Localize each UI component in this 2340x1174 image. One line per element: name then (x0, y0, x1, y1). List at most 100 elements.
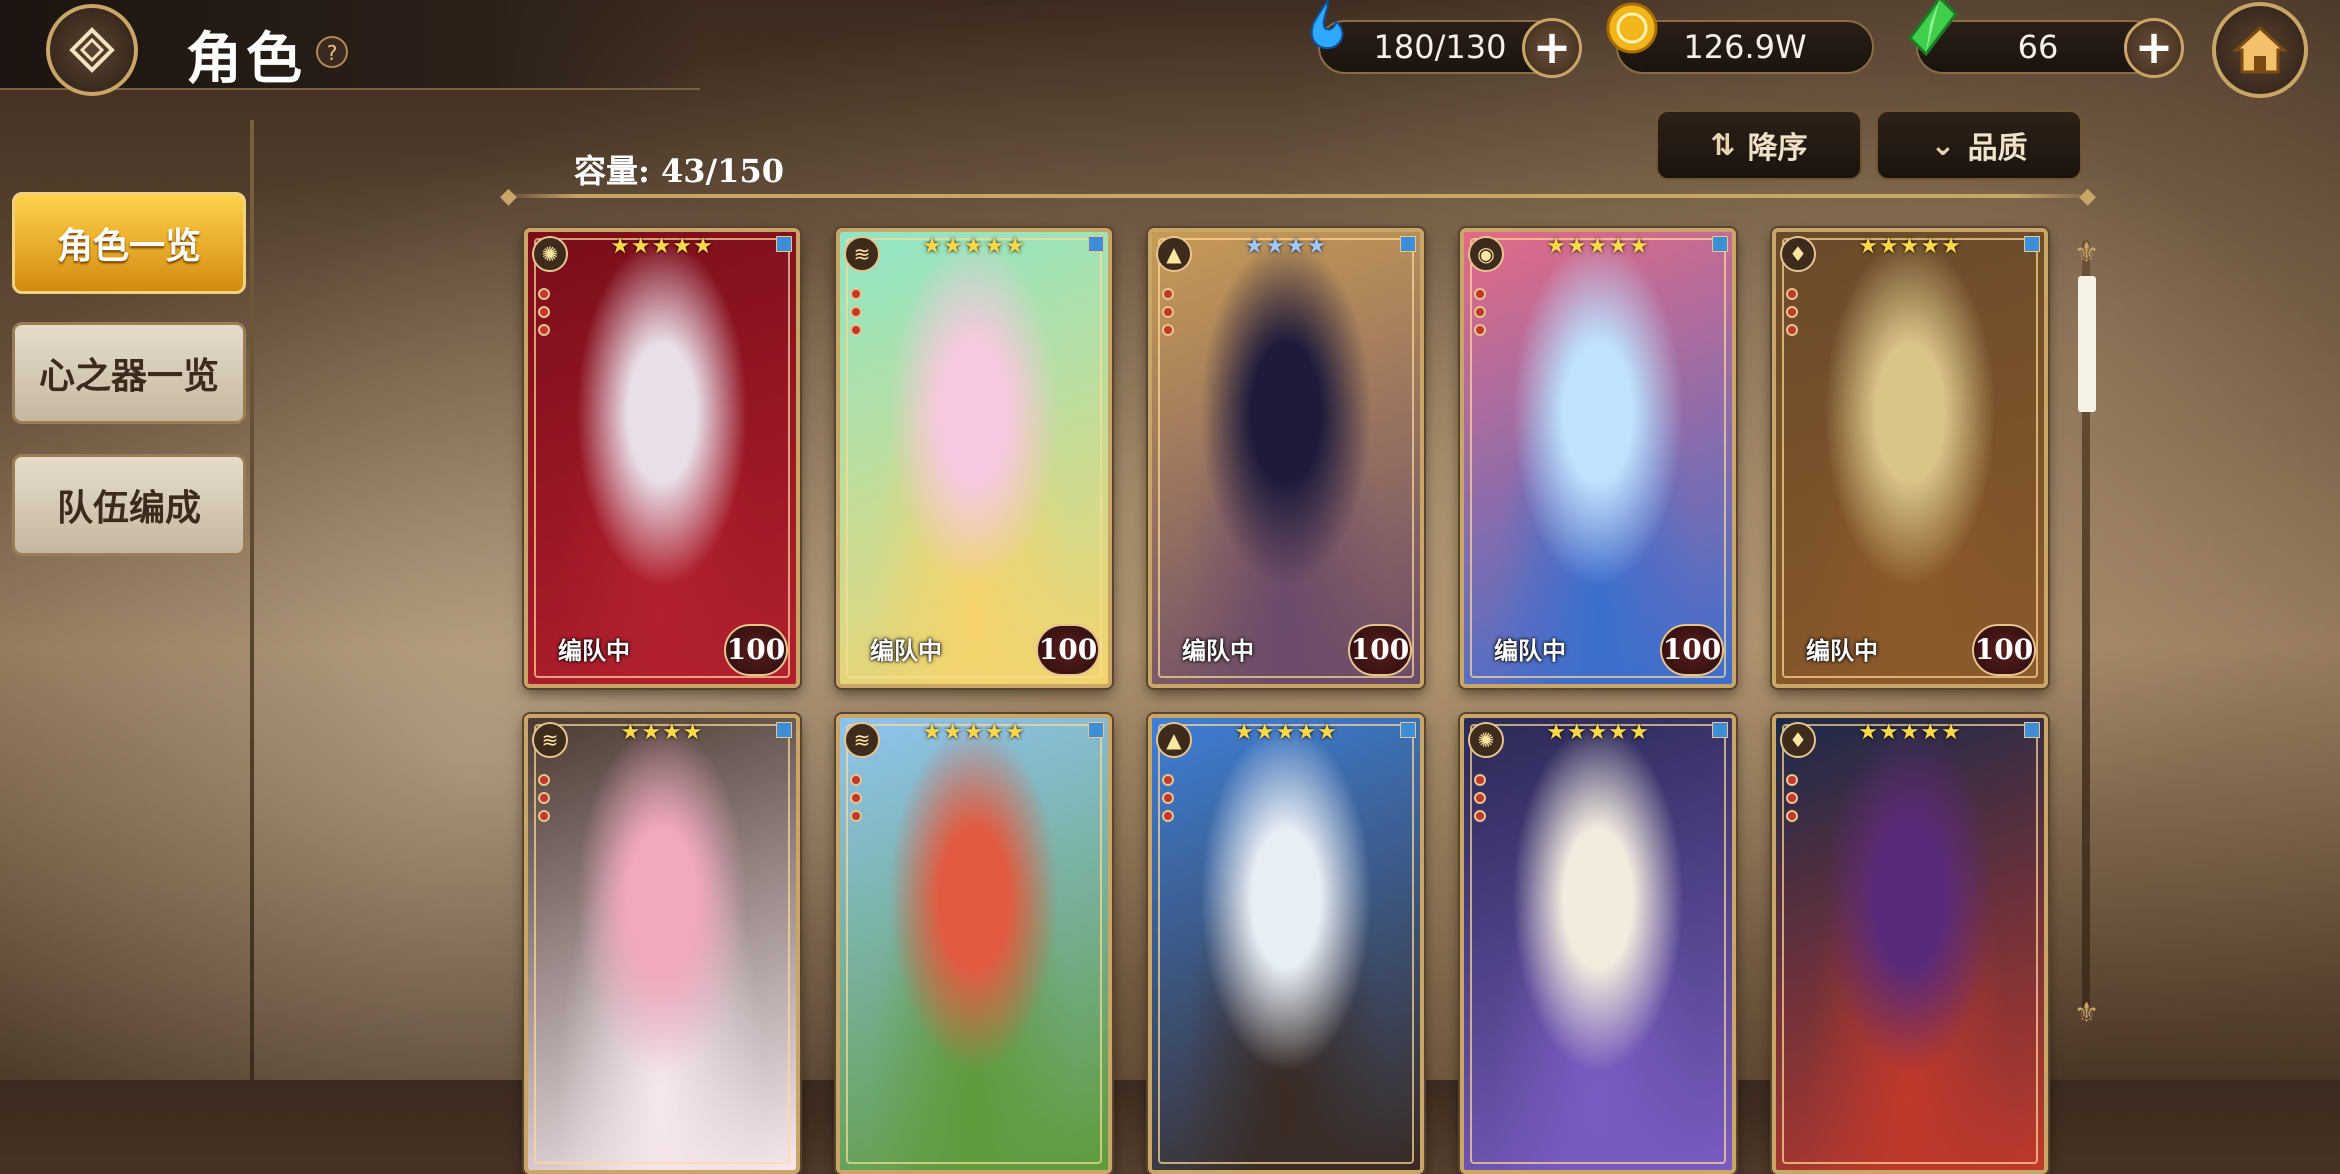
card-corner-ornament (1400, 722, 1416, 738)
divider-ornament-right: ◆ (2079, 184, 2096, 209)
sidebar-tab-1[interactable]: 角色一览 (12, 192, 246, 294)
card-inner-frame (846, 724, 1102, 1164)
card-inner-frame (1470, 724, 1726, 1164)
rarity-stars: ★★★★★ (1546, 234, 1650, 259)
skill-gems (1472, 768, 1488, 828)
wind-element-icon: ≋ (844, 722, 880, 758)
card-corner-ornament (2024, 722, 2040, 738)
card-inner-frame (534, 724, 790, 1164)
rarity-stars: ★★★★★ (1234, 720, 1338, 745)
sort-order-icon: ⇅ (1710, 127, 1736, 163)
skill-gems (1160, 282, 1176, 342)
skill-gem-icon (1162, 774, 1174, 786)
character-card[interactable]: ≋ ★★★★★ 编队中 100 (836, 228, 1112, 688)
sidebar-tab-label: 队伍编成 (56, 487, 201, 529)
scroll-cap-bottom-icon: ⚜ (2074, 996, 2100, 1029)
earth-element-icon: ▲ (1156, 722, 1192, 758)
quality-filter-label: 品质 (1967, 131, 2028, 166)
in-team-status: 编队中 (870, 637, 942, 665)
skill-gem-icon (850, 288, 862, 300)
level-badge: 100 (724, 624, 788, 676)
light-element-icon: ✺ (532, 236, 568, 272)
header-divider: ◆ ◆ (500, 184, 2096, 209)
skill-gem-icon (1162, 288, 1174, 300)
skill-gem-icon (1786, 324, 1798, 336)
rarity-stars: ★★★★★ (922, 720, 1026, 745)
skill-gem-icon (538, 306, 550, 318)
skill-gem-icon (850, 774, 862, 786)
skill-gems (536, 282, 552, 342)
skill-gem-icon (1786, 810, 1798, 822)
skill-gems (536, 768, 552, 828)
add-stamina-button[interactable]: + (1522, 18, 1582, 78)
character-card[interactable]: ◉ ★★★★★ 编队中 100 (1460, 228, 1736, 688)
skill-gem-icon (850, 810, 862, 822)
sidebar-divider (250, 120, 254, 1080)
earth-element-icon: ▲ (1156, 236, 1192, 272)
diamond-back-icon (69, 27, 115, 73)
in-team-status: 编队中 (1494, 637, 1566, 665)
divider-ornament-left: ◆ (500, 184, 517, 209)
character-card[interactable]: ≋ ★★★★ (524, 714, 800, 1174)
skill-gem-icon (1786, 288, 1798, 300)
character-card[interactable]: ✺ ★★★★★ (1460, 714, 1736, 1174)
sidebar-tab-2[interactable]: 心之器一览 (12, 322, 246, 424)
green-gem-icon (1908, 0, 1958, 57)
skill-gem-icon (1786, 774, 1798, 786)
skill-gem-icon (1786, 792, 1798, 804)
skill-gems (1784, 768, 1800, 828)
sort-order-label: 降序 (1747, 131, 1808, 166)
fire-element-icon: ♦ (1780, 722, 1816, 758)
sidebar-tab-label: 角色一览 (56, 225, 201, 267)
back-button[interactable] (46, 4, 138, 96)
help-icon[interactable]: ? (316, 36, 348, 68)
rarity-stars: ★★★★★ (1546, 720, 1650, 745)
water-element-icon: ◉ (1468, 236, 1504, 272)
skill-gems (1160, 768, 1176, 828)
skill-gem-icon (1474, 774, 1486, 786)
card-inner-frame (1782, 724, 2038, 1164)
character-card[interactable]: ♦ ★★★★★ (1772, 714, 2048, 1174)
skill-gem-icon (1474, 324, 1486, 336)
skill-gem-icon (538, 792, 550, 804)
skill-gem-icon (1474, 288, 1486, 300)
skill-gem-icon (1162, 792, 1174, 804)
character-card[interactable]: ≋ ★★★★★ (836, 714, 1112, 1174)
quality-filter-button[interactable]: ⌄ 品质 (1876, 110, 2082, 180)
add-gem-button[interactable]: + (2124, 18, 2184, 78)
character-card[interactable]: ♦ ★★★★★ 编队中 100 (1772, 228, 2048, 688)
skill-gem-icon (1474, 792, 1486, 804)
rarity-stars: ★★★★ (1244, 234, 1328, 259)
character-card[interactable]: ✺ ★★★★★ 编队中 100 (524, 228, 800, 688)
page-title: 角色 (186, 26, 306, 92)
scrollbar-thumb[interactable] (2078, 276, 2096, 412)
in-team-status: 编队中 (558, 637, 630, 665)
card-corner-ornament (1712, 722, 1728, 738)
skill-gem-icon (538, 288, 550, 300)
card-inner-frame (534, 238, 790, 678)
character-card[interactable]: ▲ ★★★★★ (1148, 714, 1424, 1174)
skill-gem-icon (538, 774, 550, 786)
fire-element-icon: ♦ (1780, 236, 1816, 272)
card-corner-ornament (1088, 722, 1104, 738)
sort-order-button[interactable]: ⇅ 降序 (1656, 110, 1862, 180)
skill-gem-icon (1162, 324, 1174, 336)
capacity-counter: 容量: 43/150 (574, 152, 784, 190)
sidebar-tab-3[interactable]: 队伍编成 (12, 454, 246, 556)
home-icon (2232, 25, 2288, 74)
gold-coin-icon (1606, 2, 1658, 54)
level-badge: 100 (1036, 624, 1100, 676)
rarity-stars: ★★★★★ (1858, 234, 1962, 259)
card-inner-frame (1782, 238, 2038, 678)
card-inner-frame (1470, 238, 1726, 678)
home-button[interactable] (2212, 2, 2308, 98)
card-inner-frame (1158, 238, 1414, 678)
level-badge: 100 (1348, 624, 1412, 676)
in-team-status: 编队中 (1182, 637, 1254, 665)
character-card[interactable]: ▲ ★★★★ 编队中 100 (1148, 228, 1424, 688)
rarity-stars: ★★★★★ (1858, 720, 1962, 745)
skill-gem-icon (538, 810, 550, 822)
scroll-cap-top-icon: ⚜ (2074, 236, 2100, 269)
card-corner-ornament (1712, 236, 1728, 252)
skill-gems (1472, 282, 1488, 342)
